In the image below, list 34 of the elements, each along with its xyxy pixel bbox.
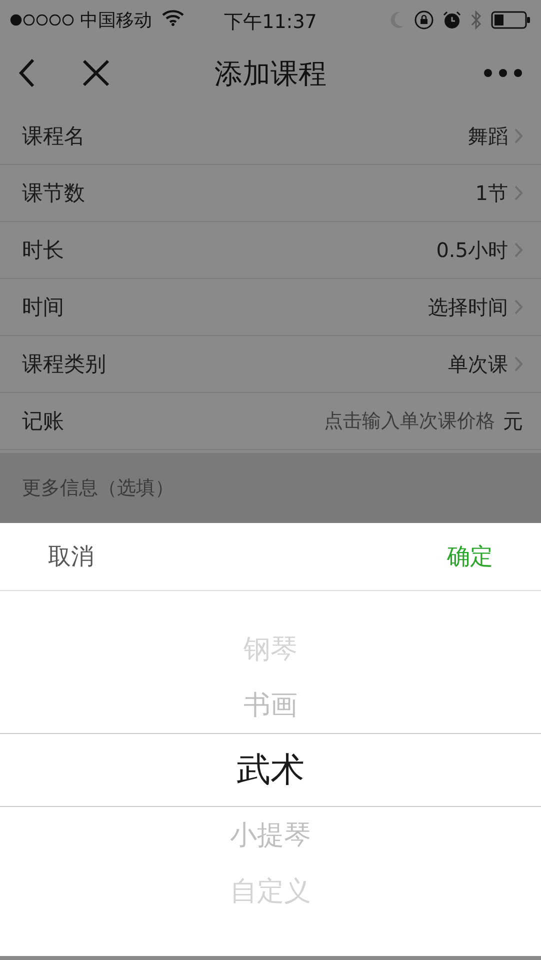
picker-option[interactable]: 武术 [0,733,541,807]
field-label: 课程类别 [22,351,106,378]
chevron-icon [514,299,523,315]
more-icon [483,68,523,78]
signal-icon [10,14,74,26]
field-value[interactable]: 0.5小时 [436,236,508,264]
field-value[interactable]: 舞蹈 [468,122,508,150]
field-value[interactable]: 单次课 [448,350,508,378]
rotation-lock-icon [414,10,434,30]
bluetooth-icon [470,10,482,30]
field-label: 时间 [22,294,64,321]
field-value[interactable]: 选择时间 [428,294,508,320]
cancel-button[interactable]: 取消 [48,541,94,572]
unit-label: 元 [503,408,523,434]
price-input[interactable]: 点击输入单次课价格 [265,410,495,432]
close-icon [82,58,110,86]
field-label: 课程名 [22,123,85,150]
field-value[interactable]: 1节 [475,180,508,206]
field-label: 课节数 [22,180,85,207]
page-title: 添加课程 [214,57,326,90]
status-time: 下午11:37 [224,11,317,33]
chevron-icon [514,128,523,144]
field-label: 记账 [22,408,64,435]
wifi-icon [162,10,184,26]
carrier-name: 中国移动 [80,9,152,32]
section-header: 更多信息（选填） [22,476,174,501]
field-label: 时长 [22,237,64,264]
chevron-icon [514,356,523,372]
confirm-button[interactable]: 确定 [447,541,493,572]
alarm-icon [443,11,461,29]
battery-icon [491,11,531,29]
chevron-icon [514,185,523,201]
chevron-icon [514,242,523,258]
back-icon [18,58,36,88]
